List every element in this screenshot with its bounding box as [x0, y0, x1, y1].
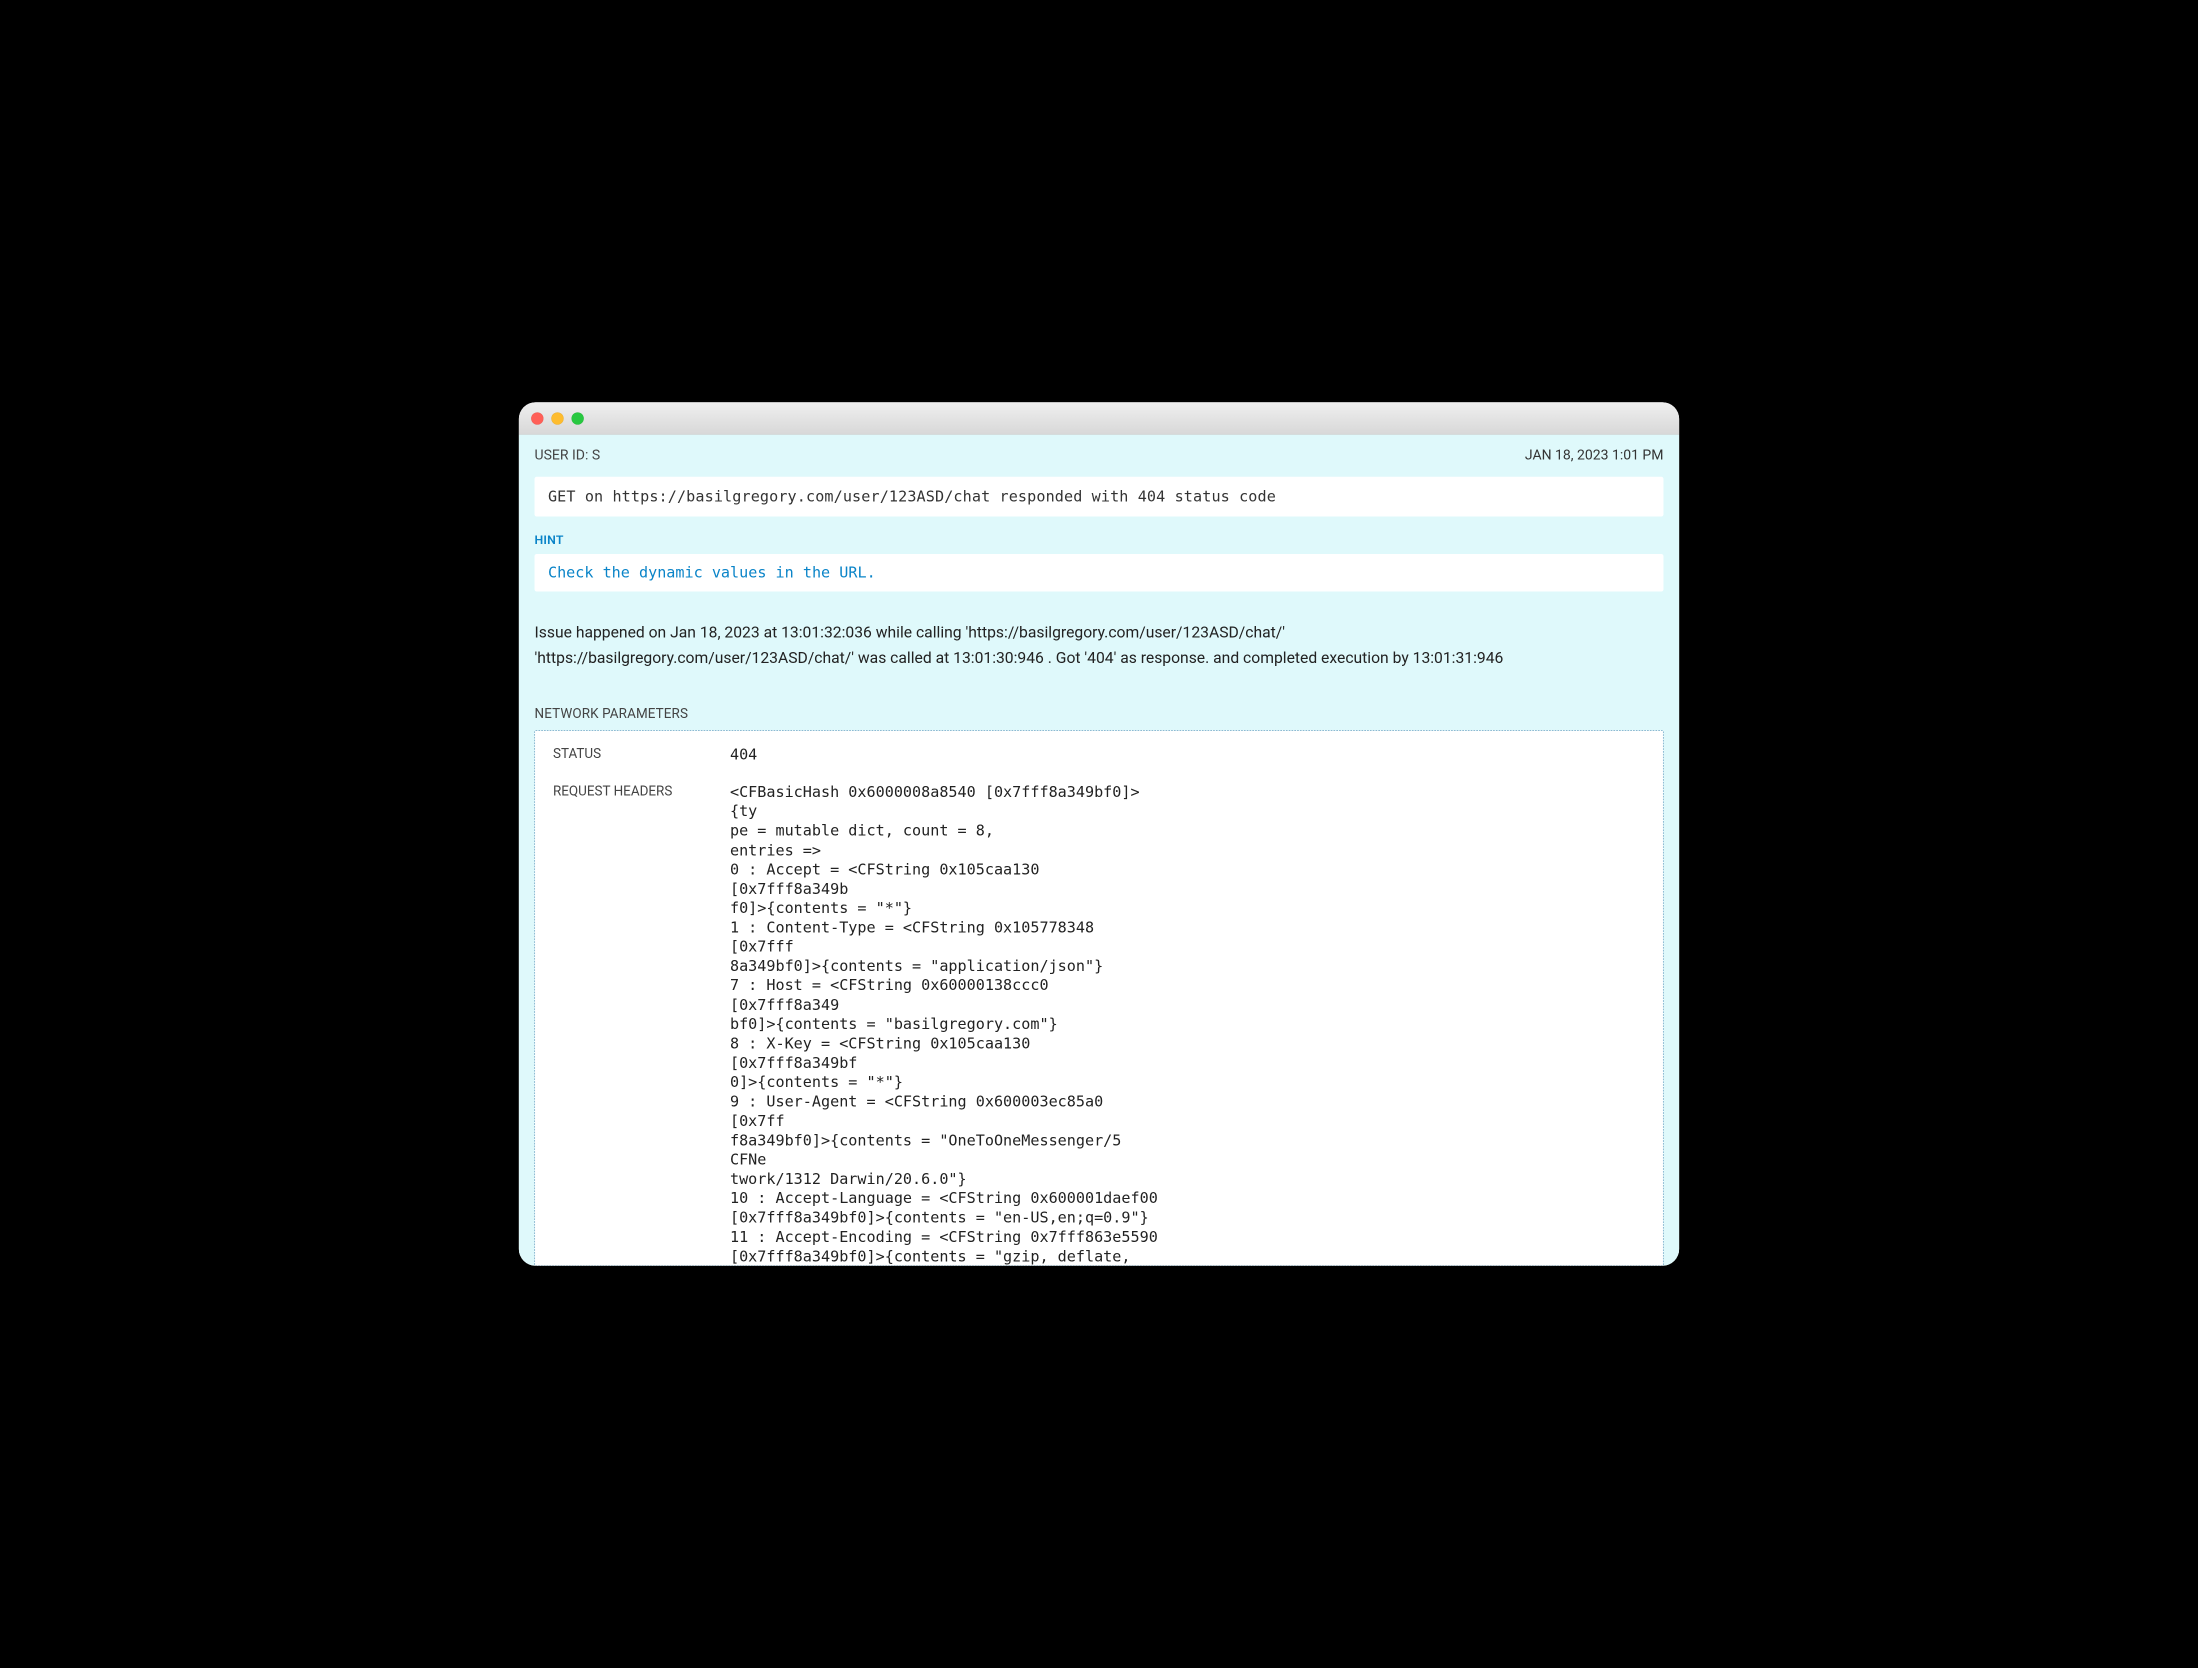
- hint-text: Check the dynamic values in the URL.: [548, 564, 876, 581]
- request-headers-row: REQUEST HEADERS <CFBasicHash 0x6000008a8…: [535, 781, 1663, 1266]
- zoom-icon[interactable]: [571, 412, 583, 424]
- close-icon[interactable]: [531, 412, 543, 424]
- issue-line-2: 'https://basilgregory.com/user/123ASD/ch…: [535, 645, 1664, 671]
- window-titlebar: [519, 402, 1679, 434]
- hint-card: Check the dynamic values in the URL.: [535, 554, 1664, 592]
- status-row: STATUS 404: [535, 743, 1663, 780]
- error-summary-text: GET on https://basilgregory.com/user/123…: [548, 488, 1276, 505]
- header-row: USER ID: S JAN 18, 2023 1:01 PM: [519, 435, 1679, 468]
- network-parameters-box: STATUS 404 REQUEST HEADERS <CFBasicHash …: [535, 731, 1664, 1266]
- issue-description: Issue happened on Jan 18, 2023 at 13:01:…: [535, 620, 1664, 672]
- device-frame: USER ID: S JAN 18, 2023 1:01 PM GET on h…: [505, 389, 1692, 1279]
- minimize-icon[interactable]: [551, 412, 563, 424]
- network-parameters-label: NETWORK PARAMETERS: [535, 706, 1664, 722]
- status-value: 404: [730, 745, 1167, 765]
- traffic-lights: [531, 412, 584, 424]
- request-headers-label: REQUEST HEADERS: [540, 782, 730, 799]
- issue-line-1: Issue happened on Jan 18, 2023 at 13:01:…: [535, 620, 1664, 646]
- error-summary-card: GET on https://basilgregory.com/user/123…: [535, 477, 1664, 517]
- hint-label: HINT: [535, 533, 1664, 547]
- status-label: STATUS: [540, 745, 730, 762]
- request-headers-value: <CFBasicHash 0x6000008a8540 [0x7fff8a349…: [730, 782, 1167, 1266]
- header-timestamp: JAN 18, 2023 1:01 PM: [1525, 447, 1664, 463]
- content-pane: USER ID: S JAN 18, 2023 1:01 PM GET on h…: [519, 435, 1679, 1266]
- app-window: USER ID: S JAN 18, 2023 1:01 PM GET on h…: [519, 402, 1679, 1266]
- user-id-label: USER ID: S: [535, 447, 601, 463]
